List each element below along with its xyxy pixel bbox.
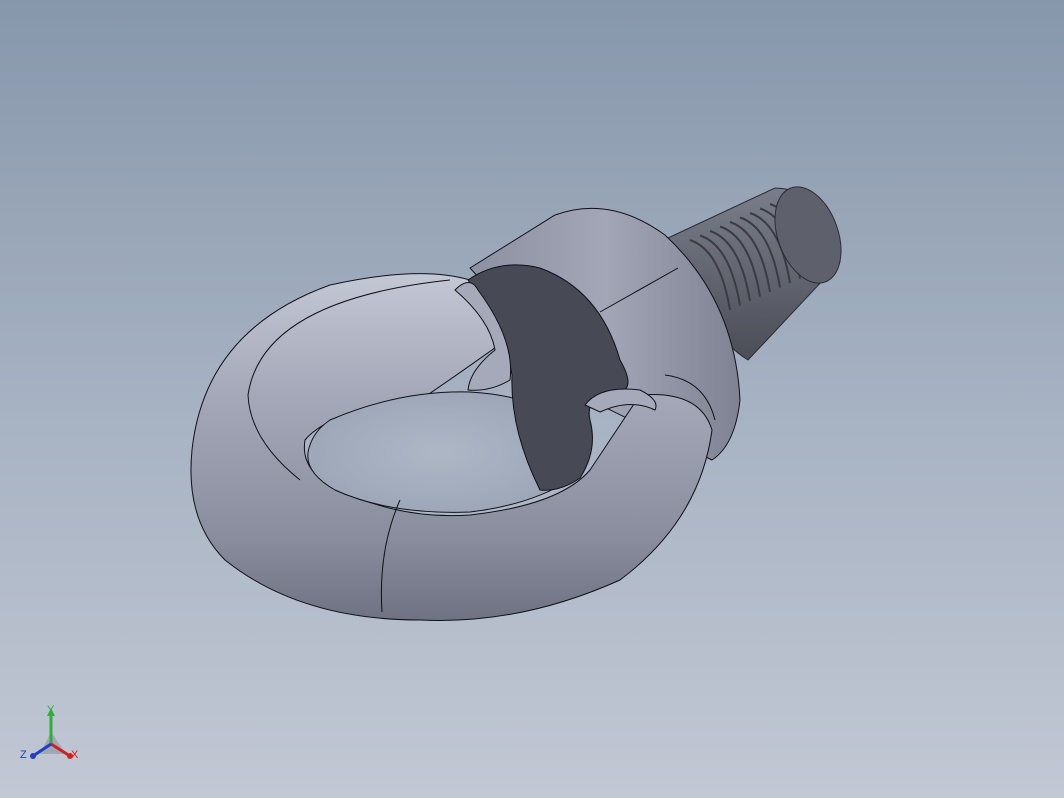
eye-bolt-model[interactable]	[0, 0, 1064, 798]
orientation-triad[interactable]: Y X Z	[18, 702, 88, 772]
axis-z-label: Z	[20, 749, 27, 761]
axis-x-label: X	[71, 749, 79, 761]
axis-y-label: Y	[47, 704, 55, 716]
graphics-viewport[interactable]: Y X Z	[0, 0, 1064, 798]
